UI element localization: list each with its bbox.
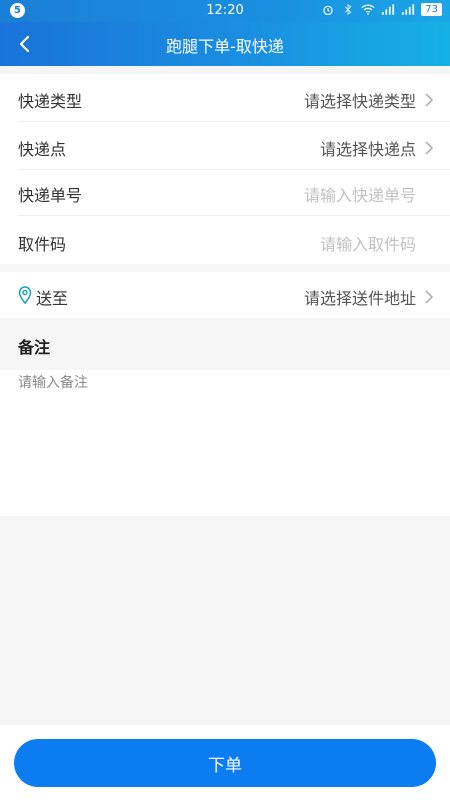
remark-header: 备注 — [0, 318, 450, 370]
remark-box — [0, 370, 450, 516]
signal-icon — [382, 4, 395, 15]
tracking-no-label: 快递单号 — [18, 186, 83, 205]
deliver-to-value: 请选择送件地址 — [303, 289, 416, 308]
express-type-value: 请选择快递类型 — [303, 92, 416, 111]
chevron-right-icon — [425, 141, 434, 155]
remark-input[interactable] — [18, 372, 432, 492]
tracking-no-input[interactable]: 请输入快递单号 — [304, 182, 416, 206]
wifi-icon — [361, 4, 375, 15]
submit-order-button[interactable]: 下单 — [14, 739, 436, 787]
express-point-row[interactable]: 快递点 请选择快递点 — [0, 122, 450, 170]
remark-title: 备注 — [18, 338, 51, 357]
header: 跑腿下单-取快递 — [0, 22, 450, 66]
deliver-to-label: 送至 — [36, 289, 69, 308]
page-title: 跑腿下单-取快递 — [166, 37, 284, 56]
express-type-row[interactable]: 快递类型 请选择快递类型 — [0, 74, 450, 122]
express-form: 快递类型 请选择快递类型 快递点 请选择快递点 快递单号 请输入快递单号 取件码… — [0, 74, 450, 264]
tracking-no-row: 快递单号 请输入快递单号 — [0, 168, 450, 216]
express-point-value: 请选择快递点 — [319, 140, 416, 159]
bluetooth-icon — [345, 4, 352, 15]
divider — [18, 215, 450, 216]
express-type-label: 快递类型 — [18, 92, 83, 111]
status-icons: 73 — [321, 3, 442, 16]
pickup-code-row: 取件码 请输入取件码 — [0, 217, 450, 265]
pickup-code-input[interactable]: 请输入取件码 — [320, 231, 416, 255]
pickup-code-label: 取件码 — [18, 235, 67, 254]
chevron-right-icon — [425, 93, 434, 107]
signal-icon-2 — [402, 4, 415, 15]
express-point-label: 快递点 — [18, 140, 67, 159]
status-bar: 5 12:20 73 — [0, 0, 450, 22]
location-pin-icon — [18, 286, 32, 304]
alarm-icon — [323, 5, 333, 15]
battery-indicator: 73 — [421, 3, 442, 16]
chevron-right-icon — [425, 290, 434, 304]
deliver-to-row[interactable]: 送至 请选择送件地址 — [0, 272, 450, 318]
